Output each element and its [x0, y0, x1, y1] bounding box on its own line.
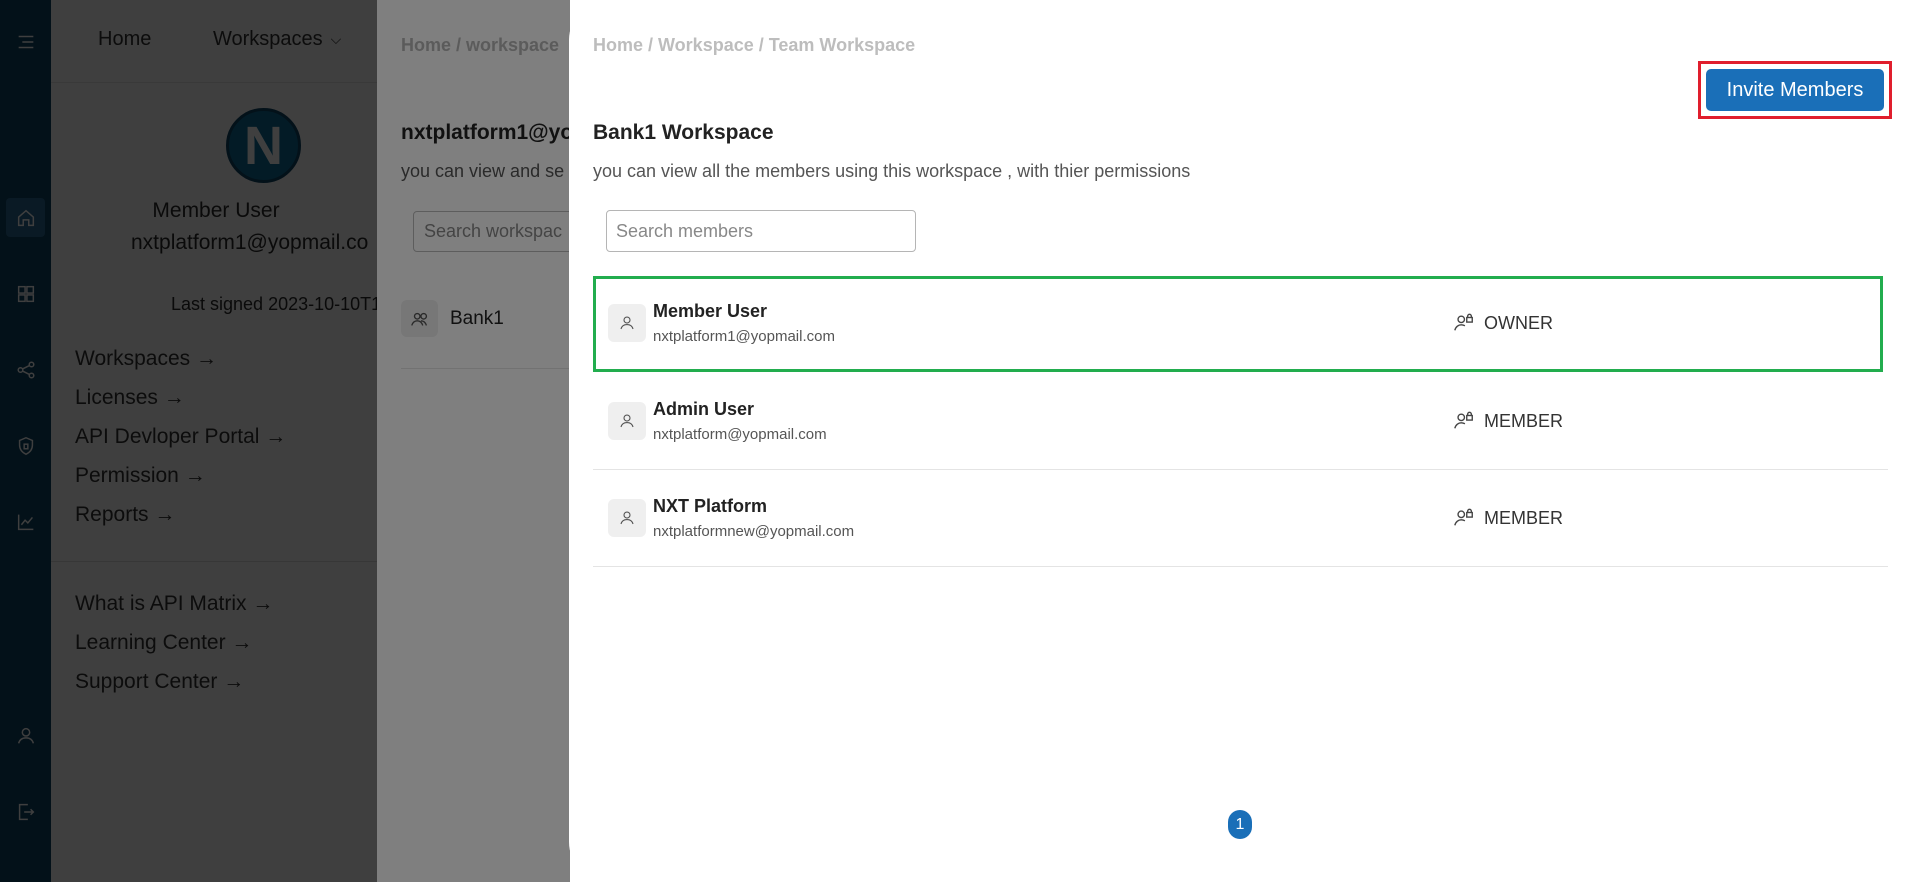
invite-members-button[interactable]: Invite Members: [1706, 69, 1884, 111]
member-role-label: OWNER: [1484, 312, 1553, 333]
member-role: MEMBER: [1453, 410, 1563, 432]
user-icon: [608, 402, 646, 440]
user-lock-icon: [1454, 508, 1473, 526]
member-role: OWNER: [1453, 312, 1553, 334]
page-description: you can view all the members using this …: [593, 161, 1191, 181]
member-name: Admin User: [653, 399, 755, 419]
members-drawer: Home / Workspace / Team Workspace Invite…: [569, 0, 1911, 882]
member-name: NXT Platform: [653, 496, 768, 516]
member-role-label: MEMBER: [1484, 410, 1564, 431]
member-role: MEMBER: [1453, 507, 1563, 529]
invite-highlight: Invite Members: [1698, 61, 1892, 119]
user-lock-icon: [1454, 313, 1473, 331]
page-title: Bank1 Workspace: [593, 121, 774, 144]
member-name: Member User: [653, 301, 768, 321]
overlay-backdrop-2[interactable]: [0, 0, 570, 882]
member-email: nxtplatform1@yopmail.com: [653, 328, 835, 345]
pagination-page[interactable]: 1: [1228, 810, 1252, 839]
user-icon: [608, 499, 646, 537]
breadcrumb: Home / Workspace / Team Workspace: [593, 35, 916, 55]
user-icon: [608, 304, 646, 342]
member-role-label: MEMBER: [1484, 507, 1564, 528]
user-lock-icon: [1454, 411, 1473, 429]
search-members-input[interactable]: [606, 210, 916, 252]
member-row[interactable]: NXT Platform nxtplatformnew@yopmail.com …: [593, 471, 1888, 567]
member-email: nxtplatform@yopmail.com: [653, 426, 827, 443]
member-row[interactable]: Member User nxtplatform1@yopmail.com OWN…: [593, 276, 1883, 372]
member-row[interactable]: Admin User nxtplatform@yopmail.com MEMBE…: [593, 374, 1888, 470]
member-email: nxtplatformnew@yopmail.com: [653, 523, 855, 540]
